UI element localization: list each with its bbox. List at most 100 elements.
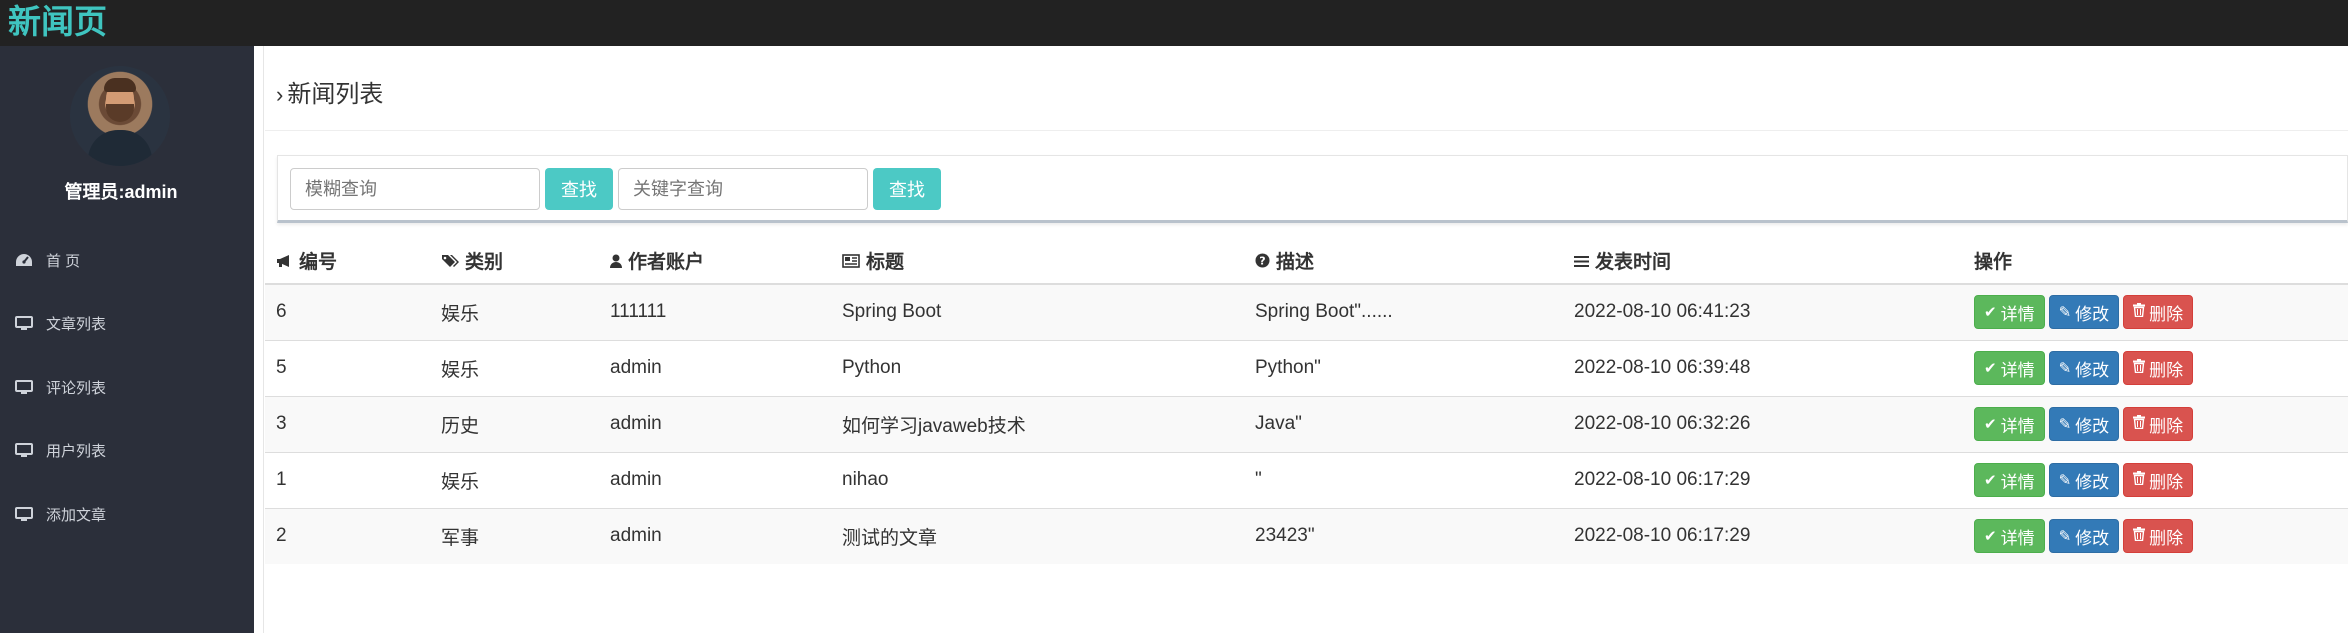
- cell-description: Python": [1244, 339, 1563, 396]
- cell-actions: ✔ 详情 ✎ 修改 删除: [1963, 339, 2348, 396]
- table-row: 5 娱乐 admin Python Python" 2022-08-10 06:39:48…: [265, 339, 2348, 396]
- delete-button[interactable]: 删除: [2123, 519, 2194, 554]
- pencil-icon: ✎: [2058, 303, 2072, 322]
- col-header-author: 作者账户: [599, 238, 831, 285]
- check-icon: ✔: [1984, 415, 1997, 433]
- sidebar-item-articles[interactable]: 文章列表: [14, 308, 106, 338]
- cell-title: Spring Boot: [831, 283, 1244, 340]
- top-bar: 新闻页: [0, 0, 2348, 46]
- cell-time: 2022-08-10 06:17:29: [1563, 451, 1963, 508]
- delete-button[interactable]: 删除: [2123, 351, 2194, 385]
- col-header-title: 标题: [831, 238, 1244, 285]
- sidebar: 管理员:admin 首 页 文章列表 评论列表 用户列表 添加文章: [0, 46, 254, 633]
- cell-id: 6: [265, 283, 430, 340]
- sidebar-item-label: 首 页: [46, 252, 81, 270]
- sidebar-item-label: 文章列表: [46, 315, 107, 333]
- cell-author: admin: [599, 395, 831, 452]
- edit-button[interactable]: ✎ 修改: [2048, 351, 2120, 385]
- cell-id: 1: [265, 451, 430, 508]
- monitor-icon: [14, 315, 34, 331]
- cell-actions: ✔ 详情 ✎ 修改 删除: [1963, 283, 2348, 340]
- keyword-search-input[interactable]: [618, 168, 868, 210]
- trash-icon: [2133, 359, 2146, 377]
- sidebar-item-comments[interactable]: 评论列表: [14, 372, 106, 402]
- search-panel: 查找 查找: [277, 155, 2348, 223]
- pencil-icon: ✎: [2058, 359, 2072, 377]
- admin-label: 管理员:admin: [64, 182, 178, 202]
- detail-button[interactable]: ✔ 详情: [1974, 463, 2045, 497]
- pencil-icon: ✎: [2058, 471, 2072, 489]
- sidebar-item-add-article[interactable]: 添加文章: [14, 499, 106, 529]
- cell-category: 娱乐: [430, 283, 599, 340]
- check-icon: ✔: [1984, 303, 1997, 322]
- cell-title: 测试的文章: [831, 507, 1244, 564]
- edit-button[interactable]: ✎ 修改: [2048, 519, 2120, 554]
- edit-button[interactable]: ✎ 修改: [2048, 407, 2120, 441]
- col-header-id: 编号: [265, 238, 430, 285]
- edit-button[interactable]: ✎ 修改: [2048, 463, 2120, 497]
- check-icon: ✔: [1984, 527, 1997, 546]
- monitor-icon: [14, 506, 34, 522]
- table-row: 1 娱乐 admin nihao " 2022-08-10 06:17:29 ✔ 详情 ✎ 修改删…: [265, 451, 2348, 508]
- table-row: 6 娱乐 111111 Spring Boot Spring Boot"...... 20…: [265, 283, 2348, 340]
- sidebar-item-label: 评论列表: [46, 379, 107, 397]
- dashboard-icon: [14, 253, 34, 267]
- monitor-icon: [14, 379, 34, 395]
- detail-button[interactable]: ✔ 详情: [1974, 519, 2045, 554]
- cell-author: admin: [599, 339, 831, 396]
- cell-author: admin: [599, 507, 831, 564]
- pencil-icon: ✎: [2058, 415, 2072, 433]
- cell-category: 娱乐: [430, 339, 599, 396]
- cell-author: 111111: [599, 283, 831, 340]
- trash-icon: [2133, 471, 2146, 489]
- content-divider: [263, 46, 264, 633]
- tags-icon: [441, 253, 459, 273]
- cell-category: 历史: [430, 395, 599, 452]
- cell-actions: ✔ 详情 ✎ 修改 删除: [1963, 451, 2348, 508]
- fuzzy-search-button[interactable]: 查找: [545, 168, 613, 210]
- cell-time: 2022-08-10 06:32:26: [1563, 395, 1963, 452]
- delete-button[interactable]: 删除: [2123, 463, 2194, 497]
- newspaper-icon: [842, 253, 860, 273]
- cell-description: ": [1244, 451, 1563, 508]
- bullhorn-icon: [276, 253, 293, 273]
- pencil-icon: ✎: [2058, 527, 2072, 546]
- detail-button[interactable]: ✔ 详情: [1974, 407, 2045, 441]
- detail-button[interactable]: ✔ 详情: [1974, 295, 2045, 330]
- monitor-icon: [14, 442, 34, 458]
- cell-author: admin: [599, 451, 831, 508]
- check-icon: ✔: [1984, 471, 1997, 489]
- avatar: [70, 66, 170, 166]
- cell-id: 3: [265, 395, 430, 452]
- user-icon: [610, 253, 622, 273]
- table-row: 3 历史 admin 如何学习javaweb技术 Java" 2022-08-10 06:…: [265, 395, 2348, 452]
- keyword-search-button[interactable]: 查找: [873, 168, 941, 210]
- cell-description: Java": [1244, 395, 1563, 452]
- fuzzy-search-input[interactable]: [290, 168, 540, 210]
- brand-title[interactable]: 新闻页: [8, 2, 107, 42]
- sidebar-item-users[interactable]: 用户列表: [14, 435, 106, 465]
- cell-time: 2022-08-10 06:39:48: [1563, 339, 1963, 396]
- cell-title: nihao: [831, 451, 1244, 508]
- cell-time: 2022-08-10 06:41:23: [1563, 283, 1963, 340]
- detail-button[interactable]: ✔ 详情: [1974, 351, 2045, 385]
- sidebar-item-home[interactable]: 首 页: [14, 245, 80, 275]
- col-header-category: 类别: [430, 238, 599, 285]
- question-circle-icon: ?: [1255, 253, 1270, 273]
- cell-actions: ✔ 详情 ✎ 修改 删除: [1963, 507, 2348, 564]
- col-header-actions: 操作: [1963, 238, 2348, 285]
- delete-button[interactable]: 删除: [2123, 295, 2194, 330]
- chevron-right-icon: ›: [276, 82, 284, 107]
- news-table: 编号 类别 作者账户 标题 ? 描述 发表时间 操作 6 娱乐 111111 Sprin…: [265, 238, 2348, 564]
- trash-icon: [2133, 303, 2146, 321]
- sidebar-item-label: 用户列表: [46, 442, 107, 460]
- svg-text:?: ?: [1259, 255, 1265, 268]
- cell-title: Python: [831, 339, 1244, 396]
- page-title: › 新闻列表: [276, 81, 384, 108]
- sidebar-item-label: 添加文章: [46, 506, 107, 524]
- delete-button[interactable]: 删除: [2123, 407, 2194, 441]
- edit-button[interactable]: ✎ 修改: [2048, 295, 2120, 330]
- cell-description: Spring Boot"......: [1244, 283, 1563, 340]
- cell-category: 娱乐: [430, 451, 599, 508]
- list-icon: [1574, 253, 1589, 273]
